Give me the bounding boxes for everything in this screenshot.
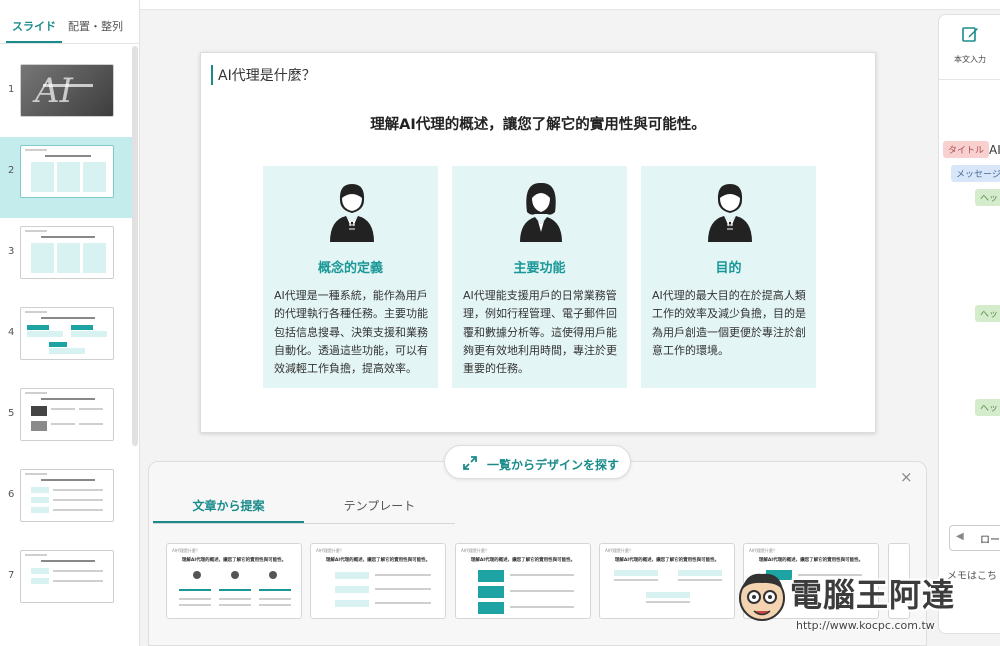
slide-number: 3 bbox=[8, 246, 15, 257]
close-icon[interactable]: × bbox=[900, 468, 913, 486]
slide-preview-title-line bbox=[43, 84, 93, 87]
slide-preview bbox=[20, 388, 114, 441]
slide-canvas[interactable]: AI代理是什麼？ 理解AI代理的概述，讓您了解它的實用性與可能性。 概念的定義 … bbox=[200, 52, 876, 433]
tag-message[interactable]: メッセージ bbox=[951, 165, 1000, 182]
slide-thumbnail-6[interactable]: 6 bbox=[0, 461, 132, 542]
suggestion-heading: 理解AI代理的概述，讓您了解它的實用性與可能性。 bbox=[470, 558, 576, 563]
card-text: AI代理的最大目的在於提高人類工作的效率及減少負擔，目的是為用戶創造一個更便於專… bbox=[652, 289, 806, 357]
slide-thumbnail-3[interactable]: 3 bbox=[0, 218, 132, 299]
tag-title[interactable]: タイトル bbox=[943, 141, 990, 158]
slide-preview bbox=[20, 550, 114, 603]
divider bbox=[939, 79, 1000, 80]
horizontal-scrollbar[interactable]: ◀ ロー bbox=[949, 525, 1000, 551]
suggestion-title: AI代理是什麼？ bbox=[316, 548, 344, 553]
watermark: 電腦王阿達 http://www.kocpc.com.tw bbox=[730, 562, 1000, 646]
slide-thumbnail-list: 1 AI 2 3 4 5 6 7 bbox=[0, 56, 132, 623]
suggestion-heading: 理解AI代理的概述，讓您了解它的實用性與可能性。 bbox=[325, 558, 431, 563]
card-text: AI代理能支援用戶的日常業務管理，例如行程管理、電子郵件回覆和數據分析等。這使得… bbox=[463, 289, 617, 376]
tab-arrange[interactable]: 配置・整列 bbox=[62, 18, 129, 43]
slide-number: 1 bbox=[8, 84, 15, 95]
slide-thumbnail-5[interactable]: 5 bbox=[0, 380, 132, 461]
design-suggestion-2[interactable]: AI代理是什麼？ 理解AI代理的概述，讓您了解它的實用性與可能性。 bbox=[310, 543, 446, 619]
text-input-panel: 本文入力 タイトル AI メッセージ ヘッ ヘッ ヘッ ◀ ロー メモはこち bbox=[938, 14, 1000, 634]
scroll-label: ロー bbox=[980, 535, 1000, 546]
slide-thumbnail-2[interactable]: 2 bbox=[0, 137, 132, 218]
slide-thumbnail-7[interactable]: 7 bbox=[0, 542, 132, 623]
slide-number: 4 bbox=[8, 327, 15, 338]
suggestion-tabs: 文章から提案 テンプレート bbox=[153, 490, 455, 524]
tag-title-value[interactable]: AI bbox=[989, 143, 1000, 157]
slide-list-panel: スライド 配置・整列 1 AI 2 3 4 5 6 7 bbox=[0, 0, 140, 646]
slide-title-block[interactable]: AI代理是什麼？ bbox=[211, 65, 316, 85]
slide-number: 7 bbox=[8, 570, 15, 581]
suggestion-title: AI代理是什麼？ bbox=[461, 548, 489, 553]
mascot-logo-icon bbox=[739, 573, 785, 621]
card-title: 主要功能 bbox=[513, 261, 566, 276]
explore-designs-button[interactable]: 一覧からデザインを探す bbox=[444, 445, 631, 479]
concept-card[interactable]: 概念的定義 AI代理是一種系統，能作為用戶的代理執行各種任務。主要功能包括信息搜… bbox=[263, 166, 438, 388]
edit-icon bbox=[962, 27, 978, 42]
slide-number: 2 bbox=[8, 165, 15, 176]
tab-text-suggestions[interactable]: 文章から提案 bbox=[153, 490, 304, 523]
card-title: 目的 bbox=[715, 261, 742, 276]
tag-heading[interactable]: ヘッ bbox=[975, 189, 1000, 206]
slide-list-scrollbar[interactable] bbox=[132, 46, 138, 446]
slide-heading[interactable]: 理解AI代理的概述，讓您了解它的實用性與可能性。 bbox=[201, 113, 875, 134]
features-card[interactable]: 主要功能 AI代理能支援用戶的日常業務管理，例如行程管理、電子郵件回覆和數據分析… bbox=[452, 166, 627, 388]
slide-number: 6 bbox=[8, 489, 15, 500]
design-suggestion-4[interactable]: AI代理是什麼？ 理解AI代理的概述，讓您了解它的實用性與可能性。 bbox=[599, 543, 735, 619]
slide-preview: AI bbox=[20, 64, 114, 117]
left-panel-tabs: スライド 配置・整列 bbox=[0, 0, 139, 44]
suggestion-heading: 理解AI代理的概述，讓您了解它的實用性與可能性。 bbox=[614, 558, 720, 563]
card-title: 概念的定義 bbox=[317, 261, 383, 276]
slide-thumbnail-4[interactable]: 4 bbox=[0, 299, 132, 380]
scroll-left-icon[interactable]: ◀ bbox=[956, 531, 964, 542]
text-input-label: 本文入力 bbox=[954, 55, 986, 64]
watermark-url: http://www.kocpc.com.tw bbox=[796, 619, 935, 632]
expand-icon bbox=[463, 456, 477, 470]
tag-heading[interactable]: ヘッ bbox=[975, 305, 1000, 322]
suggestion-heading: 理解AI代理的概述，讓您了解它的實用性與可能性。 bbox=[181, 558, 287, 563]
slide-number: 5 bbox=[8, 408, 15, 419]
tab-templates[interactable]: テンプレート bbox=[304, 490, 455, 523]
slide-preview-graphic: AI bbox=[35, 71, 73, 111]
design-suggestion-1[interactable]: AI代理是什麼？ 理解AI代理的概述，讓您了解它的實用性與可能性。 bbox=[166, 543, 302, 619]
slide-preview bbox=[20, 307, 114, 360]
businessman-icon bbox=[330, 184, 374, 242]
purpose-card[interactable]: 目的 AI代理的最大目的在於提高人類工作的效率及減少負擔，目的是為用戶創造一個更… bbox=[641, 166, 816, 388]
design-suggestion-3[interactable]: AI代理是什麼？ 理解AI代理的概述，讓您了解它的實用性與可能性。 bbox=[455, 543, 591, 619]
suggestion-title: AI代理是什麼？ bbox=[172, 548, 200, 553]
slide-thumbnail-1[interactable]: 1 AI bbox=[0, 56, 132, 137]
slide-title[interactable]: AI代理是什麼？ bbox=[218, 68, 316, 84]
suggestion-title: AI代理是什麼？ bbox=[605, 548, 633, 553]
slide-preview bbox=[20, 469, 114, 522]
card-text: AI代理是一種系統，能作為用戶的代理執行各種任務。主要功能包括信息搜尋、決策支援… bbox=[274, 289, 428, 376]
explore-designs-label: 一覧からデザインを探す bbox=[487, 458, 620, 472]
businessman-icon bbox=[708, 184, 752, 242]
slide-preview bbox=[20, 145, 114, 198]
tag-heading[interactable]: ヘッ bbox=[975, 399, 1000, 416]
top-bar bbox=[140, 0, 1000, 10]
text-input-button[interactable]: 本文入力 bbox=[939, 25, 1000, 66]
suggestion-title: AI代理是什麼？ bbox=[749, 548, 777, 553]
slide-preview bbox=[20, 226, 114, 279]
watermark-text: 電腦王阿達 bbox=[790, 576, 956, 614]
businesswoman-icon bbox=[520, 182, 562, 242]
tab-slides[interactable]: スライド bbox=[6, 18, 62, 43]
